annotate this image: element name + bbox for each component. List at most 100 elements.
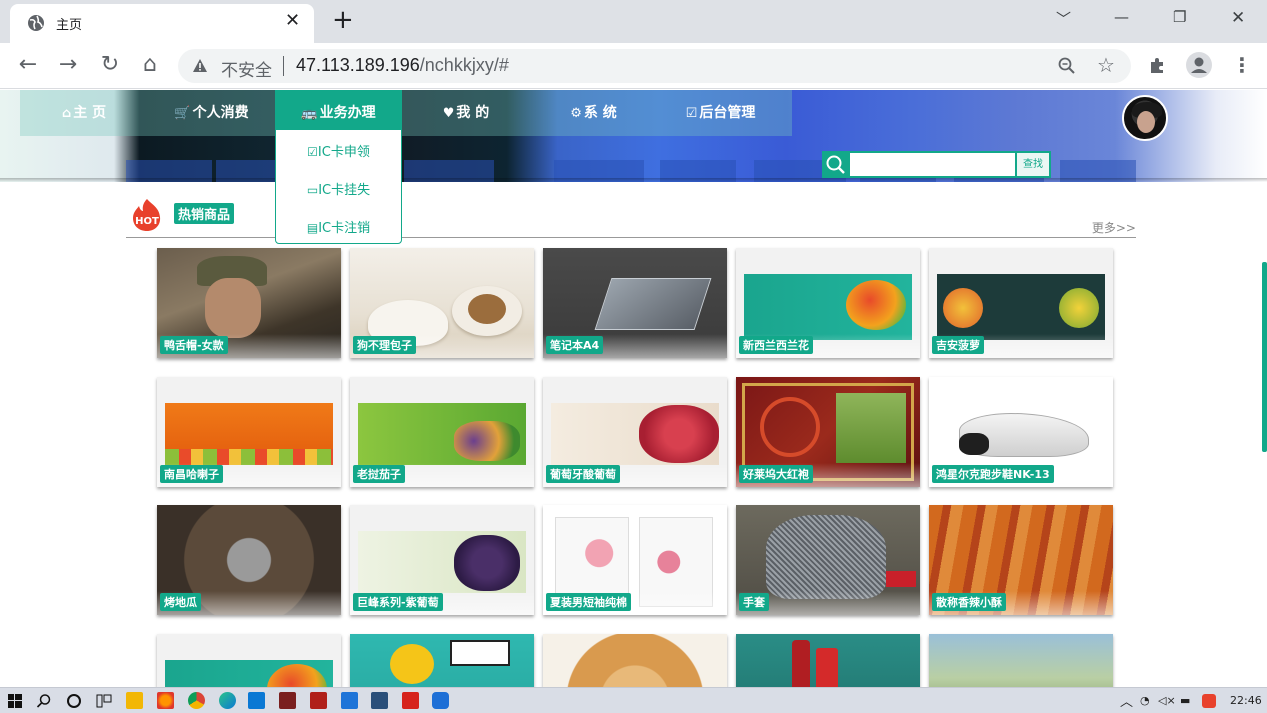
tab-search-chevron-icon[interactable]: ﹀ — [1056, 8, 1071, 29]
product-name: 鸭舌帽-女款 — [160, 336, 228, 354]
product-card[interactable] — [736, 634, 920, 687]
product-name: 老挝茄子 — [353, 465, 405, 483]
product-card[interactable]: 鸭舌帽-女款 — [157, 248, 341, 358]
nav-item-mine[interactable]: ♥ 我 的 — [402, 90, 530, 136]
profile-icon[interactable] — [1186, 52, 1212, 78]
avatar-face — [1137, 111, 1155, 133]
fruit-shape — [1059, 288, 1099, 328]
globe-icon — [28, 15, 44, 31]
nav-item-system[interactable]: ⚙ 系 统 — [530, 90, 657, 136]
url-path: /nchkkjxy/# — [419, 55, 509, 75]
cortana-icon[interactable] — [66, 693, 82, 709]
more-link[interactable]: 更多>> — [1092, 219, 1136, 236]
bookmark-star-icon[interactable]: ☆ — [1097, 53, 1115, 77]
battery-icon[interactable]: ▬ — [1180, 694, 1190, 707]
product-card[interactable]: 南昌哈喇子 — [157, 377, 341, 487]
product-card[interactable]: 葡萄牙酸葡萄 — [543, 377, 727, 487]
task-view-icon[interactable] — [96, 693, 112, 709]
extensions-icon[interactable] — [1148, 55, 1168, 75]
veg-shape — [454, 421, 520, 461]
restore-icon[interactable]: ❐ — [1173, 8, 1186, 26]
admin-check-icon: ☑ — [685, 106, 698, 121]
chick-shape — [390, 644, 434, 684]
new-tab-button[interactable]: + — [332, 6, 354, 34]
dropdown-item-ic-report-loss[interactable]: ▭IC卡挂失 — [276, 179, 401, 198]
windows-start-icon[interactable] — [8, 694, 22, 708]
product-card[interactable]: 手套 — [736, 505, 920, 615]
search-icon[interactable] — [36, 693, 52, 709]
app-icon[interactable] — [279, 692, 296, 709]
product-card[interactable] — [543, 634, 727, 687]
page-scrollbar[interactable] — [1262, 262, 1267, 452]
hot-text: HOT — [135, 216, 159, 227]
nav-label-business: 业务办理 — [319, 105, 376, 121]
can-shape — [816, 648, 838, 687]
menu-kebab-icon[interactable]: ⋮ — [1232, 53, 1252, 77]
nav-item-home[interactable]: ⌂ 主 页 — [20, 90, 148, 136]
product-card[interactable]: 夏装男短袖纯棉 — [543, 505, 727, 615]
firefox-icon[interactable] — [157, 692, 174, 709]
product-card[interactable]: 新西兰西兰花 — [736, 248, 920, 358]
home-icon[interactable]: ⌂ — [137, 52, 163, 78]
sign-shape — [450, 640, 510, 666]
window-close-icon[interactable]: ✕ — [1231, 8, 1245, 28]
app-icon[interactable] — [341, 692, 358, 709]
nav-label-admin: 后台管理 — [699, 105, 756, 121]
search-box: 查找 — [822, 151, 1051, 178]
speaker-muted-icon[interactable]: ◁× — [1158, 694, 1176, 707]
header-banner: ⌂ 主 页 🛒 个人消费 🚌 业务办理 ♥ 我 的 ⚙ 系 统 ☑ 后台管理 查找 — [0, 90, 1267, 182]
warning-triangle-icon — [193, 59, 207, 72]
browser-tab[interactable]: 主页 ✕ — [10, 4, 314, 43]
product-card[interactable] — [157, 634, 341, 687]
reload-icon[interactable]: ↻ — [97, 52, 123, 78]
product-card[interactable]: 巨峰系列-紫葡萄 — [350, 505, 534, 615]
edge-icon[interactable] — [219, 692, 236, 709]
chrome-icon[interactable] — [188, 692, 205, 709]
bus-icon: 🚌 — [301, 106, 318, 121]
product-name: 笔记本A4 — [546, 336, 604, 354]
product-card[interactable]: 吉安菠萝 — [929, 248, 1113, 358]
forward-arrow-icon[interactable]: → — [55, 52, 81, 78]
product-name: 南昌哈喇子 — [160, 465, 223, 483]
app-icon[interactable] — [310, 692, 327, 709]
product-card[interactable]: 鸿星尔克跑步鞋NK-13 — [929, 377, 1113, 487]
wps-icon[interactable] — [402, 692, 419, 709]
close-tab-icon[interactable]: ✕ — [285, 10, 300, 31]
face-shape — [205, 278, 261, 338]
product-card[interactable]: 好莱坞大红袍 — [736, 377, 920, 487]
product-card[interactable]: 狗不理包子 — [350, 248, 534, 358]
file-explorer-icon[interactable] — [126, 692, 143, 709]
clock[interactable]: 22:46 — [1230, 694, 1262, 707]
search-input[interactable] — [848, 151, 1017, 178]
vscode-icon[interactable] — [248, 692, 265, 709]
back-arrow-icon[interactable]: ← — [15, 52, 41, 78]
address-bar[interactable]: 不安全 47.113.189.196/nchkkjxy/# ☆ — [178, 49, 1131, 83]
minimize-icon[interactable]: — — [1114, 8, 1129, 26]
app-icon[interactable] — [432, 692, 449, 709]
dropdown-item-ic-apply[interactable]: ☑IC卡申领 — [276, 141, 401, 160]
product-card[interactable]: 散称香辣小酥 — [929, 505, 1113, 615]
product-card[interactable]: 老挝茄子 — [350, 377, 534, 487]
search-button[interactable]: 查找 — [1017, 151, 1051, 178]
nav-item-admin[interactable]: ☑ 后台管理 — [657, 90, 784, 136]
input-method-icon[interactable] — [1202, 694, 1216, 708]
product-image — [929, 634, 1113, 687]
product-name: 吉安菠萝 — [932, 336, 984, 354]
app-icon[interactable] — [371, 692, 388, 709]
network-icon[interactable]: ◔ — [1140, 694, 1150, 707]
product-name: 新西兰西兰花 — [739, 336, 813, 354]
product-card[interactable] — [929, 634, 1113, 687]
avatar[interactable] — [1122, 95, 1168, 141]
dropdown-item-ic-cancel[interactable]: ▤IC卡注销 — [276, 217, 401, 236]
chevron-up-icon[interactable]: ︿ — [1120, 691, 1133, 710]
zoom-icon[interactable] — [1058, 57, 1076, 75]
product-card[interactable] — [350, 634, 534, 687]
dropdown-label-ic-cancel: IC卡注销 — [318, 221, 371, 236]
filling-shape — [468, 294, 506, 324]
product-name: 好莱坞大红袍 — [739, 465, 813, 483]
product-card[interactable]: 烤地瓜 — [157, 505, 341, 615]
nav-item-personal-spending[interactable]: 🛒 个人消费 — [148, 90, 275, 136]
grape-shape — [454, 535, 520, 591]
product-card[interactable]: 笔记本A4 — [543, 248, 727, 358]
omnibox-divider — [283, 56, 284, 76]
